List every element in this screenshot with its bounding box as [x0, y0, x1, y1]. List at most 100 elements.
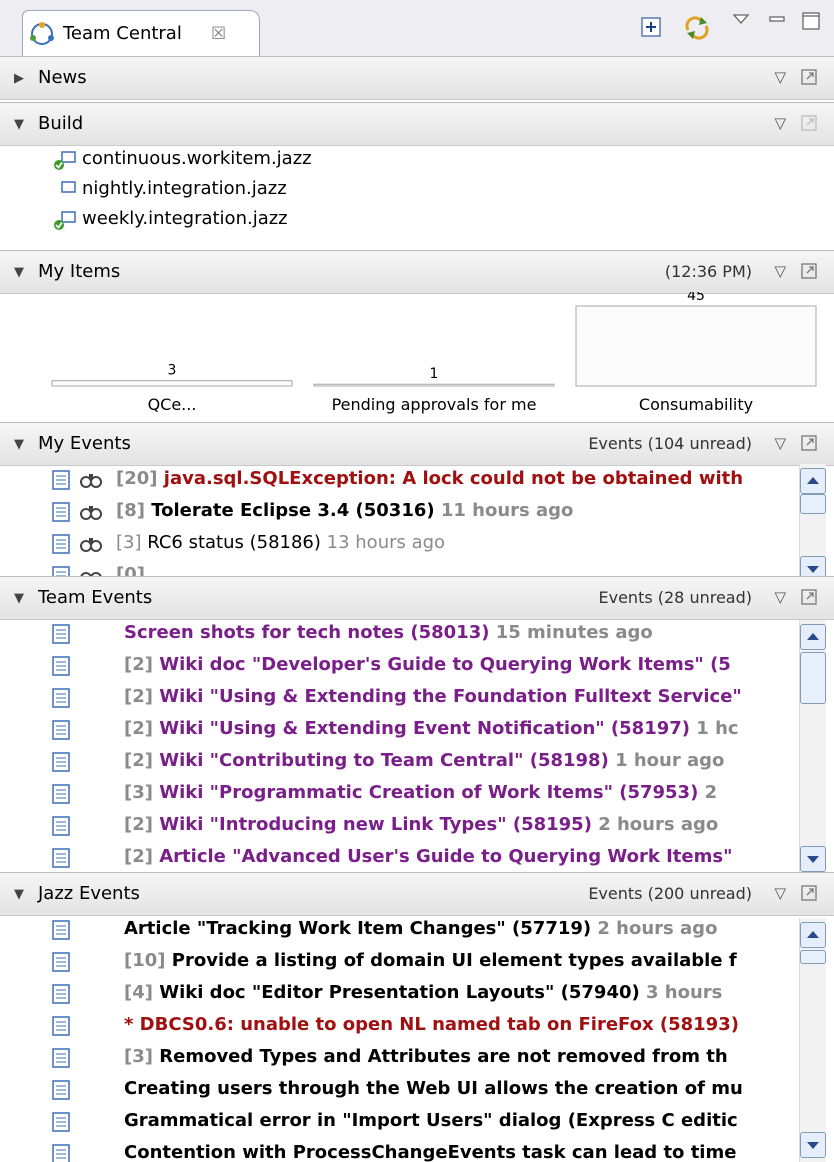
- scroll-thumb[interactable]: [800, 494, 826, 514]
- event-count: [2]: [124, 686, 153, 707]
- section-menu-icon[interactable]: ▽: [774, 114, 786, 132]
- view-menu-icon[interactable]: [732, 12, 750, 26]
- last-updated-time: (12:36 PM): [664, 262, 752, 281]
- my-items-header[interactable]: ▼ My Items (12:36 PM) ▽: [0, 250, 834, 294]
- subscribed-binoculars-icon: [80, 506, 102, 520]
- event-count: [8]: [116, 500, 145, 521]
- section-menu-icon[interactable]: ▽: [774, 588, 786, 606]
- event-text: Screen shots for tech notes (58013): [124, 622, 490, 643]
- work-item-icon: [52, 784, 70, 804]
- event-count: [2]: [124, 654, 153, 675]
- scroll-down-button[interactable]: [800, 1132, 826, 1158]
- work-item-icon: [52, 1080, 70, 1100]
- scroll-up-button[interactable]: [800, 624, 826, 650]
- work-item-icon: [52, 470, 70, 490]
- event-time: 1 hc: [690, 718, 739, 739]
- event-count: [2]: [124, 846, 153, 867]
- chevron-up-icon: [807, 477, 819, 484]
- collapse-arrow-icon[interactable]: ▼: [14, 265, 24, 280]
- work-item-icon: [52, 688, 70, 708]
- section-maximize-icon[interactable]: [800, 114, 818, 132]
- event-text: Article "Tracking Work Item Changes" (57…: [124, 918, 592, 939]
- my-events-scrollbar[interactable]: [799, 464, 826, 582]
- work-item-icon: [52, 534, 70, 554]
- my-events-header[interactable]: ▼ My Events Events (104 unread) ▽: [0, 422, 834, 466]
- event-text: Provide a listing of domain UI element t…: [165, 950, 737, 971]
- section-menu-icon[interactable]: ▽: [774, 68, 786, 86]
- event-count: [3]: [124, 782, 153, 803]
- section-maximize-icon[interactable]: [800, 588, 818, 606]
- build-item-label: weekly.integration.jazz: [82, 208, 288, 229]
- jazz-events-header[interactable]: ▼ Jazz Events Events (200 unread) ▽: [0, 872, 834, 916]
- work-item-icon: [52, 1112, 70, 1132]
- subscribed-binoculars-icon: [80, 538, 102, 552]
- minimize-icon[interactable]: [768, 14, 786, 24]
- unread-count: Events (200 unread): [588, 884, 752, 903]
- collapse-arrow-icon[interactable]: ▼: [14, 437, 24, 452]
- team-events-title: Team Events: [38, 587, 153, 608]
- maximize-icon[interactable]: [800, 10, 822, 32]
- section-maximize-icon[interactable]: [800, 884, 818, 902]
- section-menu-icon[interactable]: ▽: [774, 884, 786, 902]
- jazz-events-title: Jazz Events: [38, 883, 140, 904]
- refresh-icon[interactable]: [684, 16, 710, 40]
- event-count: [4]: [124, 982, 153, 1003]
- section-maximize-icon[interactable]: [800, 68, 818, 86]
- event-count: [3]: [124, 1046, 153, 1067]
- expand-arrow-icon[interactable]: ▶: [14, 71, 24, 86]
- bar-consumability[interactable]: [575, 305, 817, 387]
- work-item-icon: [52, 1048, 70, 1068]
- my-items-section: ▼ My Items (12:36 PM) ▽ 3 QCe... 1 Pending …: [0, 250, 834, 422]
- work-item-icon: [52, 502, 70, 522]
- team-events-list: Screen shots for tech notes (58013) 15 m…: [0, 618, 800, 874]
- build-ok-icon: [54, 211, 76, 230]
- build-title: Build: [38, 113, 84, 134]
- unread-count: Events (28 unread): [598, 588, 753, 607]
- event-text: Wiki "Contributing to Team Central" (581…: [152, 750, 609, 771]
- event-count: [3]: [116, 532, 142, 553]
- section-menu-icon[interactable]: ▽: [774, 434, 786, 452]
- add-section-icon[interactable]: [640, 16, 662, 38]
- build-header[interactable]: ▼ Build ▽: [0, 102, 834, 146]
- my-events-section: ▼ My Events Events (104 unread) ▽ [20] j…: [0, 422, 834, 582]
- work-item-icon: [52, 920, 70, 940]
- bar-pending-approvals-for-me[interactable]: [313, 383, 555, 387]
- my-events-title: My Events: [38, 433, 131, 454]
- scroll-thumb[interactable]: [800, 950, 826, 964]
- build-item-label: nightly.integration.jazz: [82, 178, 287, 199]
- bar-qce[interactable]: [51, 380, 293, 387]
- event-text: Creating users through the Web UI allows…: [124, 1078, 743, 1099]
- tab-title: Team Central: [63, 23, 182, 44]
- news-title: News: [38, 67, 87, 88]
- bar-value-label: 3: [168, 363, 177, 379]
- chevron-up-icon: [807, 931, 819, 938]
- event-time: 15 minutes ago: [489, 622, 653, 643]
- section-maximize-icon[interactable]: [800, 434, 818, 452]
- tab-team-central[interactable]: Team Central ☒: [22, 10, 260, 61]
- collapse-arrow-icon[interactable]: ▼: [14, 887, 24, 902]
- unread-count: Events (104 unread): [588, 434, 752, 453]
- jazz-events-scrollbar[interactable]: [799, 918, 826, 1162]
- event-count: [20]: [116, 468, 158, 489]
- team-events-section: ▼ Team Events Events (28 unread) ▽ Scree…: [0, 576, 834, 876]
- collapse-arrow-icon[interactable]: ▼: [14, 591, 24, 606]
- section-maximize-icon[interactable]: [800, 262, 818, 280]
- my-items-title: My Items: [38, 261, 121, 282]
- scroll-down-button[interactable]: [800, 846, 826, 872]
- work-item-icon: [52, 952, 70, 972]
- subscribed-binoculars-icon: [80, 474, 102, 488]
- event-count: [2]: [124, 814, 153, 835]
- team-events-header[interactable]: ▼ Team Events Events (28 unread) ▽: [0, 576, 834, 620]
- scroll-up-button[interactable]: [800, 922, 826, 948]
- scroll-up-button[interactable]: [800, 468, 826, 494]
- scroll-thumb[interactable]: [800, 652, 826, 704]
- work-item-icon: [52, 1016, 70, 1036]
- news-header[interactable]: ▶ News ▽: [0, 56, 834, 100]
- event-text: Article "Advanced User's Guide to Queryi…: [152, 846, 733, 867]
- work-item-icon: [52, 848, 70, 868]
- work-item-icon: [52, 624, 70, 644]
- collapse-arrow-icon[interactable]: ▼: [14, 117, 24, 132]
- close-icon[interactable]: ☒: [211, 24, 226, 44]
- team-events-scrollbar[interactable]: [799, 620, 826, 874]
- section-menu-icon[interactable]: ▽: [774, 262, 786, 280]
